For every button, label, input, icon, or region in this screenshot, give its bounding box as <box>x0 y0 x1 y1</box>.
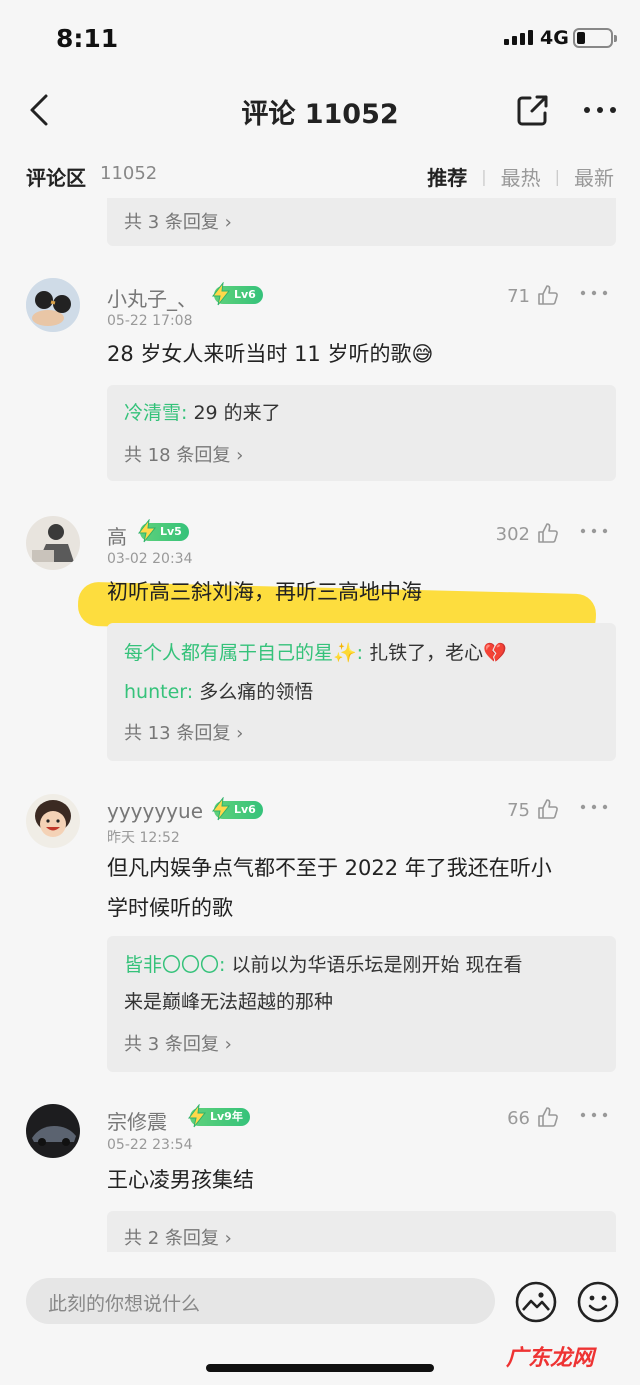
status-time: 8:11 <box>56 24 119 53</box>
signal-icon <box>504 30 533 45</box>
section-count: 11052 <box>100 163 158 184</box>
reply-text: 来是巅峰无法超越的那种 <box>124 991 334 1013</box>
home-indicator[interactable] <box>206 1364 434 1372</box>
comment-text-line: 学时候听的歌 <box>107 896 233 920</box>
reply-username[interactable]: hunter: <box>124 681 193 703</box>
reply-line: 皆非〇〇〇: 以前以为华语乐坛是刚开始 现在看 <box>124 950 523 977</box>
thumbs-up-icon[interactable] <box>536 283 560 307</box>
comment-item: yyyyyyue Lv6 昨天 12:52 75 但凡内娱争点气都不至于 202… <box>0 794 640 1074</box>
like-count: 75 <box>507 800 530 821</box>
comment-item: 高 Lv5 03-02 20:34 302 初听高三斜刘海，再听三高地中海 每个… <box>0 516 640 762</box>
reply-text: 以前以为华语乐坛是刚开始 现在看 <box>225 954 523 976</box>
status-bar: 8:11 4G <box>0 0 640 80</box>
like-count: 71 <box>507 286 530 307</box>
reply-box: 冷清雪: 29 的来了 共 18 条回复 › <box>107 385 616 481</box>
avatar[interactable] <box>26 794 80 848</box>
level-badge: Lv9年 <box>187 1104 250 1128</box>
like-count: 66 <box>507 1108 530 1129</box>
level-label: Lv9年 <box>210 1110 243 1123</box>
like-count: 302 <box>495 524 530 545</box>
reply-username[interactable]: 冷清雪: <box>124 402 187 424</box>
lightning-icon <box>211 282 231 306</box>
nav-bar: 评论 11052 <box>0 80 640 140</box>
emoji-icon[interactable] <box>576 1280 620 1324</box>
share-button[interactable] <box>512 90 552 130</box>
section-title: 评论区 <box>26 166 86 190</box>
level-label: Lv6 <box>234 288 256 301</box>
comment-time: 05-22 23:54 <box>107 1137 193 1153</box>
more-replies-link[interactable]: 共 13 条回复 › <box>124 719 243 745</box>
thumbs-up-icon[interactable] <box>536 1105 560 1129</box>
sort-tab-recommended[interactable]: 推荐 <box>427 162 467 191</box>
comment-text: 28 岁女人来听当时 11 岁听的歌😅 <box>107 342 434 366</box>
image-picker-icon[interactable] <box>514 1280 558 1324</box>
more-replies-link[interactable]: 共 18 条回复 › <box>124 441 243 467</box>
comment-time: 昨天 12:52 <box>107 830 180 846</box>
reply-text: 29 的来了 <box>187 402 281 424</box>
more-replies-link[interactable]: 共 2 条回复 › <box>124 1224 232 1250</box>
comment-more-icon[interactable] <box>580 526 608 536</box>
more-replies-link[interactable]: 共 3 条回复 › <box>124 1030 232 1056</box>
more-replies-link[interactable]: 共 3 条回复 › <box>124 208 232 234</box>
level-label: Lv6 <box>234 803 256 816</box>
level-badge: Lv5 <box>137 519 189 543</box>
comment-input[interactable]: 此刻的你想说什么 <box>26 1278 495 1324</box>
comment-text: 初听高三斜刘海，再听三高地中海 <box>107 580 422 604</box>
battery-icon <box>573 28 617 48</box>
comment-time: 03-02 20:34 <box>107 551 193 567</box>
comment-item: 小丸子_、 Lv6 05-22 17:08 71 28 岁女人来听当时 11 岁… <box>0 278 640 483</box>
level-badge: Lv6 <box>211 797 263 821</box>
comment-text-line: 但凡内娱争点气都不至于 2022 年了我还在听小 <box>107 856 552 880</box>
comment-more-icon[interactable] <box>580 288 608 298</box>
comment-more-icon[interactable] <box>580 802 608 812</box>
sort-tab-hottest[interactable]: 最热 <box>501 162 541 191</box>
share-icon <box>517 95 548 126</box>
comment-more-icon[interactable] <box>580 1110 608 1120</box>
reply-line: 冷清雪: 29 的来了 <box>124 398 281 425</box>
avatar[interactable] <box>26 516 80 570</box>
reply-text: 多么痛的领悟 <box>193 681 314 703</box>
username[interactable]: 高 <box>107 521 127 550</box>
network-label: 4G <box>540 27 569 49</box>
comment-time: 05-22 17:08 <box>107 313 193 329</box>
reply-username[interactable]: 每个人都有属于自己的星✨: <box>124 642 363 664</box>
input-placeholder: 此刻的你想说什么 <box>48 1293 201 1315</box>
sort-tab-newest[interactable]: 最新 <box>574 162 614 191</box>
lightning-icon <box>187 1104 207 1128</box>
comment-text: 王心凌男孩集结 <box>107 1168 254 1192</box>
reply-line: hunter: 多么痛的领悟 <box>124 677 313 704</box>
comment-section-header: 评论区 11052 推荐 | 最热 | 最新 <box>0 150 640 198</box>
lightning-icon <box>137 519 157 543</box>
more-icon <box>584 107 616 113</box>
more-options-button[interactable] <box>578 90 622 130</box>
reply-box: 皆非〇〇〇: 以前以为华语乐坛是刚开始 现在看 来是巅峰无法超越的那种 共 3 … <box>107 936 616 1072</box>
comment-input-bar: 此刻的你想说什么 广东龙网 <box>0 1252 640 1385</box>
reply-box: 每个人都有属于自己的星✨: 扎铁了，老心💔 hunter: 多么痛的领悟 共 1… <box>107 623 616 761</box>
reply-line: 每个人都有属于自己的星✨: 扎铁了，老心💔 <box>124 638 507 665</box>
username[interactable]: 小丸子_、 <box>107 283 197 312</box>
username[interactable]: 宗修震 <box>107 1106 167 1135</box>
reply-line: 来是巅峰无法超越的那种 <box>124 987 333 1014</box>
reply-text: 扎铁了，老心💔 <box>363 642 507 664</box>
reply-box: 共 3 条回复 › <box>107 198 616 246</box>
divider: | <box>554 167 560 186</box>
sort-tabs: 推荐 | 最热 | 最新 <box>427 162 614 191</box>
reply-box: 共 2 条回复 › <box>107 1211 616 1252</box>
comment-list[interactable]: 共 3 条回复 › 小丸子_、 Lv6 05-22 17:08 71 28 岁女… <box>0 198 640 1252</box>
level-label: Lv5 <box>160 525 182 538</box>
reply-username[interactable]: 皆非〇〇〇: <box>124 954 225 976</box>
avatar[interactable] <box>26 1104 80 1158</box>
thumbs-up-icon[interactable] <box>536 797 560 821</box>
avatar[interactable] <box>26 278 80 332</box>
thumbs-up-icon[interactable] <box>536 521 560 545</box>
username[interactable]: yyyyyyue <box>107 799 203 823</box>
lightning-icon <box>211 797 231 821</box>
divider: | <box>481 167 487 186</box>
comment-item: 宗修震 Lv9年 05-22 23:54 66 王心凌男孩集结 共 2 条回复 … <box>0 1104 640 1252</box>
level-badge: Lv6 <box>211 282 263 306</box>
watermark: 广东龙网 <box>506 1346 595 1371</box>
